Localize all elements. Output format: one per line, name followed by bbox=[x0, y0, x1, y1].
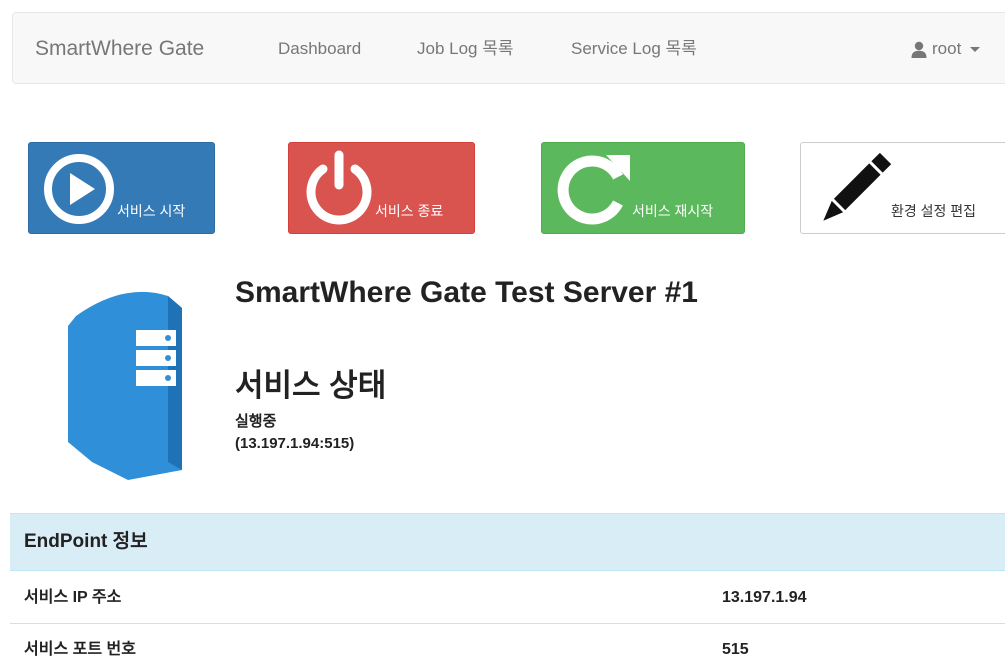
pencil-icon bbox=[823, 152, 892, 221]
play-circle-icon bbox=[44, 154, 114, 224]
stop-service-label: 서비스 종료 bbox=[375, 203, 444, 219]
restart-service-button[interactable]: 서비스 재시작 bbox=[541, 142, 745, 234]
stop-service-button[interactable]: 서비스 종료 bbox=[288, 142, 475, 234]
power-icon bbox=[306, 150, 372, 225]
nav-service-log-link[interactable]: Service Log 목록 bbox=[571, 13, 697, 85]
nav-job-log-link[interactable]: Job Log 목록 bbox=[417, 13, 514, 85]
top-navbar: SmartWhere Gate Dashboard Job Log 목록 Ser… bbox=[12, 12, 1005, 84]
user-name: root bbox=[932, 39, 962, 58]
user-icon bbox=[911, 41, 927, 58]
endpoint-panel-heading: EndPoint 정보 bbox=[10, 513, 1005, 571]
service-status-heading: 서비스 상태 bbox=[235, 368, 387, 403]
table-row: 서비스 포트 번호 515 bbox=[10, 624, 1005, 664]
service-port-label: 서비스 포트 번호 bbox=[24, 641, 136, 658]
service-port-value: 515 bbox=[722, 641, 749, 658]
brand-link[interactable]: SmartWhere Gate bbox=[35, 13, 204, 85]
edit-config-label: 환경 설정 편집 bbox=[891, 203, 977, 219]
caret-down-icon bbox=[970, 46, 981, 52]
refresh-icon bbox=[557, 155, 630, 225]
edit-config-button[interactable]: 환경 설정 편집 bbox=[800, 142, 1005, 234]
service-status-text: 실행중 bbox=[235, 413, 277, 430]
start-service-button[interactable]: 서비스 시작 bbox=[28, 142, 215, 234]
table-row: 서비스 IP 주소 13.197.1.94 bbox=[10, 572, 1005, 624]
server-name-heading: SmartWhere Gate Test Server #1 bbox=[235, 276, 698, 309]
page: SmartWhere Gate Dashboard Job Log 목록 Ser… bbox=[0, 0, 1005, 664]
service-ip-value: 13.197.1.94 bbox=[722, 589, 807, 606]
restart-service-label: 서비스 재시작 bbox=[632, 203, 714, 219]
service-ip-label: 서비스 IP 주소 bbox=[24, 589, 122, 606]
server-icon bbox=[68, 291, 182, 480]
endpoint-panel-title: EndPoint 정보 bbox=[24, 531, 148, 552]
nav-dashboard-link[interactable]: Dashboard bbox=[278, 13, 361, 85]
service-endpoint-text: (13.197.1.94:515) bbox=[235, 435, 355, 452]
start-service-label: 서비스 시작 bbox=[117, 203, 186, 219]
user-menu-dropdown[interactable]: root bbox=[911, 13, 981, 85]
